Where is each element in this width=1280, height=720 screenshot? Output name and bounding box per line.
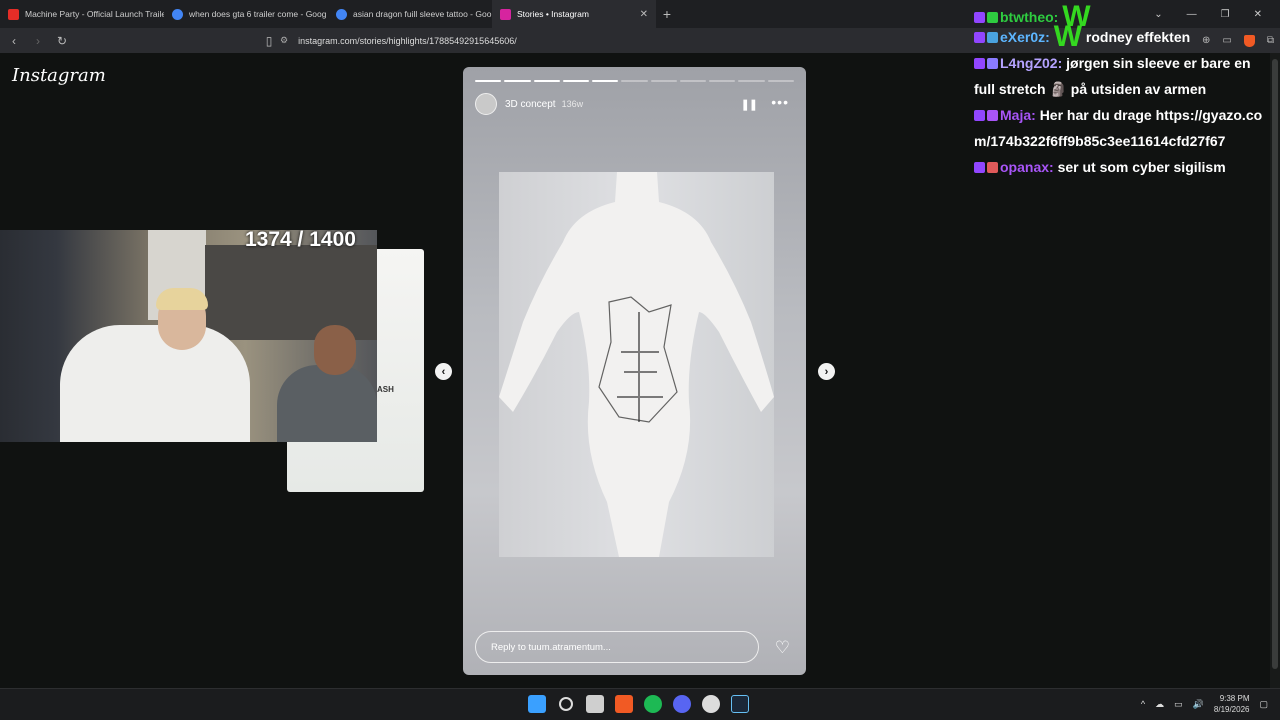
- progress-segment: [533, 80, 560, 82]
- story-progress: [475, 80, 794, 82]
- cloud-icon[interactable]: ☁: [1155, 699, 1164, 710]
- system-clock[interactable]: 9:38 PM 8/19/2026: [1214, 693, 1250, 715]
- story-image: [499, 172, 774, 557]
- chat-message: opanax: ser ut som cyber sigilism: [970, 154, 1275, 180]
- chevron-up-icon[interactable]: ^: [1141, 699, 1145, 709]
- twitch-chat-overlay: btwtheo: W eXer0z: W rodney effekten L4n…: [970, 2, 1275, 180]
- sub-badge-icon: [987, 12, 998, 23]
- previous-story-arrow-icon[interactable]: ‹: [435, 363, 452, 380]
- brave-icon[interactable]: [615, 695, 633, 713]
- twitch-badge-icon: [974, 162, 985, 173]
- chat-message: L4ngZ02: jørgen sin sleeve er bare en fu…: [970, 50, 1275, 102]
- progress-segment: [592, 80, 619, 82]
- search-icon[interactable]: [559, 697, 573, 711]
- clock-time: 9:38 PM: [1219, 694, 1250, 703]
- discord-icon[interactable]: [673, 695, 691, 713]
- mannequin-render: [499, 172, 774, 557]
- tab-title: Stories • Instagram: [517, 9, 589, 19]
- heart-icon[interactable]: ♡: [775, 638, 790, 658]
- streamer-person: [60, 325, 250, 442]
- story-age: 136w: [561, 99, 584, 109]
- youtube-icon: [8, 8, 19, 20]
- progress-segment: [504, 80, 531, 82]
- progress-segment: [621, 80, 648, 82]
- story-username[interactable]: 3D concept: [505, 99, 556, 110]
- volume-icon[interactable]: 🔊: [1193, 699, 1204, 710]
- verified-badge-icon: [987, 110, 998, 121]
- network-icon[interactable]: ▭: [1174, 699, 1183, 710]
- progress-segment: [562, 80, 590, 82]
- windows-taskbar: ^ ☁ ▭ 🔊 9:38 PM 8/19/2026 ▢: [0, 688, 1280, 720]
- steam-icon[interactable]: [731, 695, 749, 713]
- progress-segment: [767, 80, 794, 82]
- streamer-hair: [156, 288, 208, 310]
- chat-username: L4ngZ02:: [1000, 55, 1063, 71]
- progress-segment: [738, 80, 765, 82]
- reply-input[interactable]: Reply to tuum.atramentum...: [475, 631, 759, 663]
- system-tray: ^ ☁ ▭ 🔊 9:38 PM 8/19/2026 ▢: [1141, 693, 1268, 715]
- chat-big-w: W: [1053, 20, 1083, 53]
- chat-username: opanax:: [1000, 159, 1054, 175]
- chat-message: eXer0z: W rodney effekten: [970, 22, 1275, 52]
- twitch-badge-icon: [974, 110, 985, 121]
- progress-segment: [679, 80, 707, 82]
- story-header: 3D concept 136w ❚❚ •••: [475, 93, 795, 115]
- more-options-icon[interactable]: •••: [771, 94, 789, 110]
- tab-title: when does gta 6 trailer come - Goog: [189, 9, 327, 19]
- progress-segment: [650, 80, 677, 82]
- chat-username: eXer0z:: [1000, 29, 1050, 45]
- back-icon[interactable]: ‹: [4, 34, 24, 48]
- address-bar[interactable]: ⚙ instagram.com/stories/highlights/17885…: [280, 32, 950, 49]
- close-tab-icon[interactable]: ✕: [640, 9, 648, 20]
- progress-segment: [475, 80, 502, 82]
- site-info-icon[interactable]: ⚙: [280, 35, 288, 46]
- forward-icon[interactable]: ›: [28, 34, 48, 48]
- prev-story-text: ASH: [377, 385, 394, 394]
- stream-goal-counter: 1374 / 1400: [245, 230, 356, 251]
- file-explorer-icon[interactable]: [586, 695, 604, 713]
- twitch-badge-icon: [974, 58, 985, 69]
- spotify-icon[interactable]: [644, 695, 662, 713]
- chat-username: btwtheo:: [1000, 9, 1059, 25]
- guest-head: [314, 325, 356, 375]
- instagram-icon: [500, 8, 511, 20]
- google-icon: [336, 8, 347, 20]
- sub-badge-icon: [987, 58, 998, 69]
- chat-username: Maja:: [1000, 107, 1036, 123]
- tab-dragon-tattoo[interactable]: asian dragon fuill sleeve tattoo - Goo: [328, 0, 492, 28]
- chat-message: Maja: Her har du drage https://gyazo.com…: [970, 102, 1275, 154]
- taskbar-apps: [528, 695, 749, 713]
- new-tab-button[interactable]: +: [656, 6, 678, 22]
- webcam-kitchen: [205, 245, 377, 340]
- chat-text: ser ut som cyber sigilism: [1057, 159, 1226, 175]
- bookmark-icon[interactable]: ▯: [259, 34, 279, 48]
- ccleaner-icon[interactable]: [702, 695, 720, 713]
- pause-icon[interactable]: ❚❚: [741, 98, 758, 111]
- clock-date: 8/19/2026: [1213, 705, 1250, 714]
- twitch-badge-icon: [974, 12, 985, 23]
- instagram-logo[interactable]: Instagram: [12, 65, 106, 86]
- tab-title: Machine Party - Official Launch Traile: [25, 9, 164, 19]
- progress-segment: [709, 80, 736, 82]
- tab-instagram-stories[interactable]: Stories • Instagram ✕: [492, 0, 656, 28]
- next-story-arrow-icon[interactable]: ›: [818, 363, 835, 380]
- tab-gta6[interactable]: when does gta 6 trailer come - Goog: [164, 0, 328, 28]
- tab-title: asian dragon fuill sleeve tattoo - Goo: [353, 9, 492, 19]
- twitch-badge-icon: [974, 32, 985, 43]
- chat-text: rodney effekten: [1085, 29, 1191, 45]
- start-icon[interactable]: [528, 695, 546, 713]
- webcam-overlay: 1374 / 1400: [0, 230, 377, 442]
- notification-icon[interactable]: ▢: [1259, 699, 1268, 710]
- url-text: instagram.com/stories/highlights/1788549…: [298, 35, 517, 46]
- sub-badge-icon: [987, 32, 998, 43]
- sub-badge-icon: [987, 162, 998, 173]
- tab-machine-party[interactable]: Machine Party - Official Launch Traile: [0, 0, 164, 28]
- google-icon: [172, 8, 183, 20]
- reload-icon[interactable]: ↻: [52, 34, 72, 48]
- avatar[interactable]: [475, 93, 497, 115]
- guest-person: [277, 365, 377, 442]
- story-viewer[interactable]: 3D concept 136w ❚❚ ••• Reply to tuum.atr…: [463, 67, 806, 675]
